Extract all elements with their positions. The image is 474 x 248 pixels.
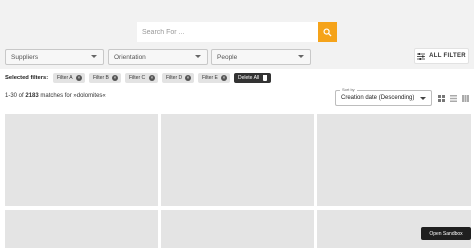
filter-chip[interactable]: Filter D × [162, 73, 194, 83]
image-tile[interactable] [5, 114, 158, 206]
image-tile[interactable] [317, 114, 471, 206]
orientation-dropdown[interactable]: Orientation [108, 49, 208, 65]
sliders-icon [417, 52, 426, 60]
chevron-down-icon [91, 55, 97, 58]
search-button[interactable] [318, 22, 337, 42]
sort-label: Sort by [340, 87, 357, 92]
grid-view-icon[interactable] [437, 95, 445, 102]
chevron-down-icon [195, 55, 201, 58]
search-icon [323, 27, 332, 37]
search-input[interactable] [137, 22, 319, 42]
filter-chip[interactable]: Filter B × [89, 73, 121, 83]
all-filter-button[interactable]: ALL FILTER [414, 48, 469, 64]
filter-chip-label: Filter C [129, 75, 146, 81]
close-icon[interactable]: × [112, 75, 118, 81]
compact-view-icon[interactable] [461, 95, 469, 102]
filter-chip[interactable]: Filter C × [125, 73, 158, 83]
results-total: 2183 [25, 93, 39, 99]
sort-select[interactable]: Sort by Creation date (Descending) [335, 87, 432, 106]
close-icon[interactable]: × [149, 75, 155, 81]
close-icon[interactable]: × [221, 75, 227, 81]
filter-chip-label: Filter E [202, 75, 218, 81]
image-tile[interactable] [161, 210, 314, 248]
delete-all-label: Delete All [238, 75, 260, 81]
sort-value: Creation date (Descending) [341, 95, 415, 101]
filter-chip-label: Filter D [166, 75, 183, 81]
chevron-down-icon [420, 97, 426, 100]
view-switcher [437, 95, 469, 102]
results-summary: 1-30 of 2183 matches for »dolomites« [5, 93, 106, 99]
results-query: matches for »dolomites« [40, 93, 106, 99]
search-bar [137, 22, 337, 42]
results-range: 1-30 of [5, 93, 24, 99]
delete-all-button[interactable]: Delete All [234, 73, 271, 83]
image-tile[interactable] [161, 114, 314, 206]
all-filter-label: ALL FILTER [429, 53, 466, 59]
orientation-label: Orientation [114, 53, 146, 61]
selected-filters-label: Selected filters: [5, 75, 49, 81]
suppliers-label: Suppliers [11, 53, 39, 61]
open-sandbox-label: Open Sandbox [429, 230, 463, 237]
list-view-icon[interactable] [449, 95, 457, 102]
filter-chip-label: Filter A [57, 75, 73, 81]
chevron-down-icon [298, 55, 304, 58]
close-icon[interactable]: × [76, 75, 82, 81]
image-tile[interactable] [5, 210, 158, 248]
filter-chip[interactable]: Filter A × [53, 73, 85, 83]
filter-chip[interactable]: Filter E × [198, 73, 230, 83]
people-label: People [217, 53, 238, 61]
people-dropdown[interactable]: People [211, 49, 311, 65]
open-sandbox-button[interactable]: Open Sandbox [421, 227, 471, 240]
suppliers-dropdown[interactable]: Suppliers [5, 49, 104, 65]
trash-icon [263, 75, 267, 81]
filter-chip-label: Filter B [93, 75, 109, 81]
close-icon[interactable]: × [185, 75, 191, 81]
